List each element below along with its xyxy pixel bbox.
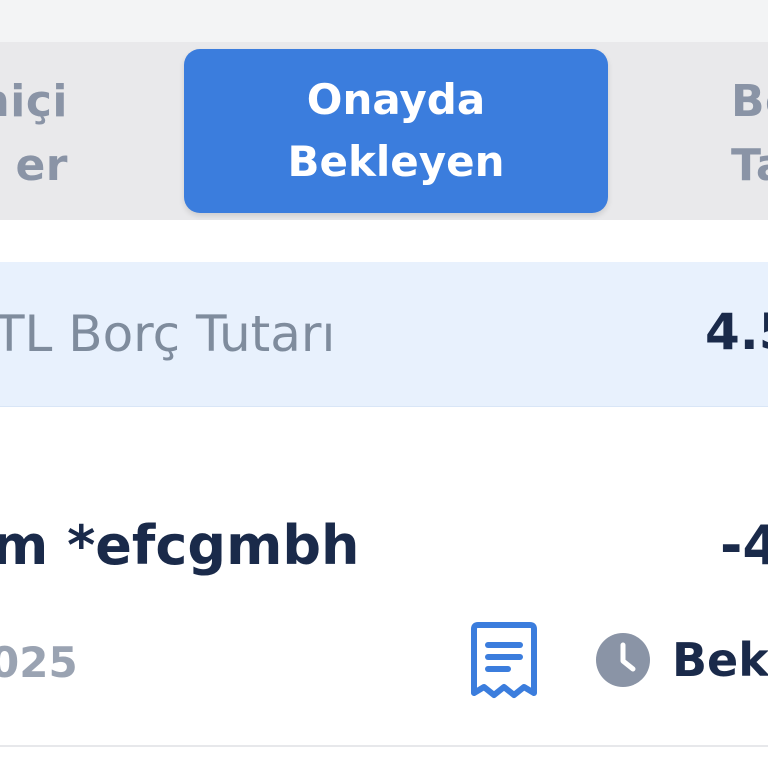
transaction-amount: -4 xyxy=(720,514,768,577)
transaction-status: Bek xyxy=(672,633,768,687)
tab-next-line1: Bo xyxy=(731,76,768,127)
top-strip xyxy=(0,0,768,42)
tab-bar: niçi er Onayda Bekleyen Bo Ta xyxy=(0,42,768,220)
tab-next[interactable]: Bo Ta xyxy=(731,70,768,198)
tab-previous[interactable]: niçi er xyxy=(0,70,68,198)
debt-amount-value: 4.5 xyxy=(705,303,768,361)
transaction-date: 025 xyxy=(0,638,78,687)
tab-pending-approval[interactable]: Onayda Bekleyen xyxy=(184,49,608,213)
tab-pending-approval-line1: Onayda xyxy=(306,75,486,124)
screen: niçi er Onayda Bekleyen Bo Ta TL Borç Tu… xyxy=(0,0,768,768)
debt-summary-row: TL Borç Tutarı 4.5 xyxy=(0,262,768,407)
tab-previous-line2: er xyxy=(15,140,68,191)
debt-amount-label: TL Borç Tutarı xyxy=(0,305,336,363)
clock-icon xyxy=(596,633,650,687)
transaction-merchant: m *efcgmbh xyxy=(0,514,360,577)
tab-next-line2: Ta xyxy=(731,140,768,191)
receipt-icon[interactable] xyxy=(468,619,540,701)
transaction-item[interactable]: m *efcgmbh -4 025 Bek xyxy=(0,407,768,747)
tab-pending-approval-line2: Bekleyen xyxy=(287,137,505,186)
tab-previous-line1: niçi xyxy=(0,76,68,127)
